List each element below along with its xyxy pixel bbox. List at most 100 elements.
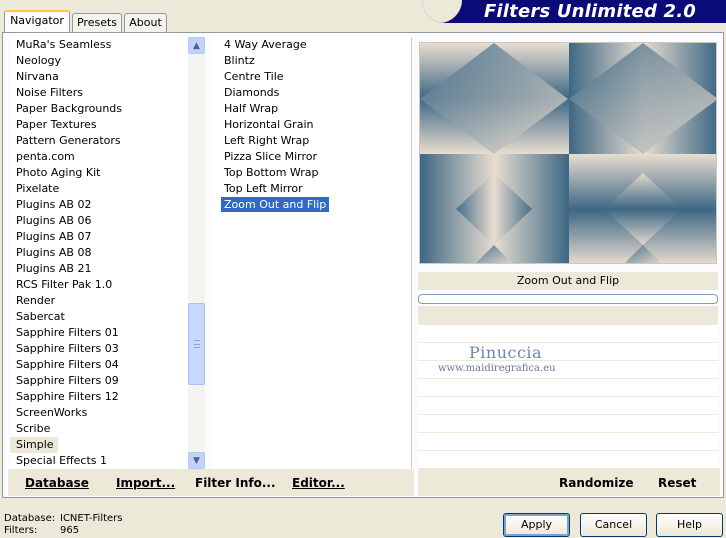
database-value: ICNET-Filters (60, 513, 123, 524)
filters-label: Filters: (4, 525, 38, 536)
category-label: ScreenWorks (16, 406, 88, 419)
category-item[interactable]: Simple (10, 437, 188, 453)
filter-label: Zoom Out and Flip (221, 197, 330, 212)
category-item[interactable]: Pattern Generators (10, 133, 188, 149)
category-label: Scribe (16, 422, 51, 435)
category-item[interactable]: Sapphire Filters 01 (10, 325, 188, 341)
help-button[interactable]: Help (656, 513, 723, 537)
filter-item[interactable]: Blintz (212, 53, 411, 69)
filter-label: Horizontal Grain (224, 118, 314, 131)
filter-label: 4 Way Average (224, 38, 307, 51)
app-title: Filters Unlimited 2.0 (483, 1, 696, 22)
watermark-url: www.maidiregrafica.eu (438, 363, 556, 374)
category-item[interactable]: Render (10, 293, 188, 309)
filter-item[interactable]: Top Bottom Wrap (212, 165, 411, 181)
filter-item[interactable]: Left Right Wrap (212, 133, 411, 149)
category-scrollbar[interactable]: ▲ ▼ (188, 37, 205, 469)
category-item[interactable]: Neology (10, 53, 188, 69)
tab-navigator[interactable]: Navigator (4, 10, 70, 32)
filter-item[interactable]: Diamonds (212, 85, 411, 101)
filter-preview (419, 42, 717, 264)
database-info: Database: ICNET-Filters Filters: 965 (4, 513, 123, 537)
category-item[interactable]: Plugins AB 08 (10, 245, 188, 261)
filters-count: 965 (60, 525, 80, 536)
scroll-thumb[interactable] (188, 303, 205, 385)
category-item[interactable]: Plugins AB 07 (10, 229, 188, 245)
category-item[interactable]: Sapphire Filters 12 (10, 389, 188, 405)
filter-list[interactable]: 4 Way Average Blintz Centre Tile Diamonds Ha… (212, 37, 412, 469)
category-item[interactable]: Sapphire Filters 04 (10, 357, 188, 373)
filter-label: Top Bottom Wrap (224, 166, 319, 179)
filter-item[interactable]: Zoom Out and Flip (212, 197, 411, 213)
category-item[interactable]: MuRa's Seamless (10, 37, 188, 53)
preview-image (420, 43, 716, 263)
filter-label: Centre Tile (224, 70, 284, 83)
category-item[interactable]: Sapphire Filters 09 (10, 373, 188, 389)
category-label: Nirvana (16, 70, 59, 83)
category-item[interactable]: Paper Textures (10, 117, 188, 133)
category-item[interactable]: Sabercat (10, 309, 188, 325)
category-item[interactable]: Noise Filters (10, 85, 188, 101)
parameter-row (418, 379, 718, 397)
category-label: Pixelate (16, 182, 60, 195)
parameter-row (418, 433, 718, 451)
filter-item[interactable]: Half Wrap (212, 101, 411, 117)
category-item[interactable]: penta.com (10, 149, 188, 165)
filter-info-button[interactable]: Filter Info... (195, 476, 276, 490)
category-label: Sapphire Filters 03 (16, 342, 119, 355)
category-label: Sapphire Filters 09 (16, 374, 119, 387)
filter-item[interactable]: Centre Tile (212, 69, 411, 85)
parameter-row (418, 325, 718, 343)
scroll-down-button[interactable]: ▼ (188, 452, 205, 469)
category-label: penta.com (16, 150, 75, 163)
editor-button[interactable]: Editor... (292, 476, 345, 490)
filter-item[interactable]: Top Left Mirror (212, 181, 411, 197)
parameter-row (418, 397, 718, 415)
category-item[interactable]: Special Effects 1 (10, 453, 188, 469)
category-item[interactable]: Pixelate (10, 181, 188, 197)
parameter-row (418, 415, 718, 433)
category-item[interactable]: Scribe (10, 421, 188, 437)
category-list[interactable]: MuRa's Seamless Neology Nirvana Noise Filte… (10, 37, 188, 469)
import-button[interactable]: Import... (116, 476, 175, 490)
scroll-up-button[interactable]: ▲ (188, 37, 205, 54)
reset-button[interactable]: Reset (658, 476, 696, 490)
watermark-name: Pinuccia (469, 343, 543, 362)
category-label: Sabercat (16, 310, 65, 323)
database-button[interactable]: Database (25, 476, 89, 490)
chevron-down-icon: ▼ (193, 455, 200, 466)
category-label: Paper Backgrounds (16, 102, 123, 115)
category-item[interactable]: Plugins AB 02 (10, 197, 188, 213)
filter-item[interactable]: 4 Way Average (212, 37, 411, 53)
randomize-button[interactable]: Randomize (559, 476, 633, 490)
filter-item[interactable]: Horizontal Grain (212, 117, 411, 133)
category-item[interactable]: Plugins AB 06 (10, 213, 188, 229)
category-item[interactable]: ScreenWorks (10, 405, 188, 421)
apply-button[interactable]: Apply (503, 513, 570, 537)
category-item[interactable]: Plugins AB 21 (10, 261, 188, 277)
category-label: Render (16, 294, 56, 307)
category-item[interactable]: Nirvana (10, 69, 188, 85)
category-label: MuRa's Seamless (16, 38, 112, 51)
filter-label: Left Right Wrap (224, 134, 310, 147)
parameter-area (418, 306, 718, 469)
category-label: Noise Filters (16, 86, 83, 99)
tab-presets[interactable]: Presets (72, 13, 122, 32)
cancel-button[interactable]: Cancel (580, 513, 647, 537)
filter-item[interactable]: Pizza Slice Mirror (212, 149, 411, 165)
category-item[interactable]: Sapphire Filters 03 (10, 341, 188, 357)
category-label: Plugins AB 06 (16, 214, 92, 227)
chevron-up-icon: ▲ (193, 40, 200, 51)
list-action-bar: Database Import... Filter Info... Editor… (8, 469, 414, 496)
filter-label: Pizza Slice Mirror (224, 150, 318, 163)
category-label: Photo Aging Kit (16, 166, 101, 179)
category-label: Plugins AB 08 (16, 246, 92, 259)
category-label: Plugins AB 21 (16, 262, 92, 275)
category-item[interactable]: Photo Aging Kit (10, 165, 188, 181)
preview-filter-name: Zoom Out and Flip (418, 272, 718, 290)
filter-label: Blintz (224, 54, 255, 67)
tab-about[interactable]: About (124, 13, 167, 32)
category-item[interactable]: Paper Backgrounds (10, 101, 188, 117)
category-item[interactable]: RCS Filter Pak 1.0 (10, 277, 188, 293)
category-label: Neology (16, 54, 62, 67)
